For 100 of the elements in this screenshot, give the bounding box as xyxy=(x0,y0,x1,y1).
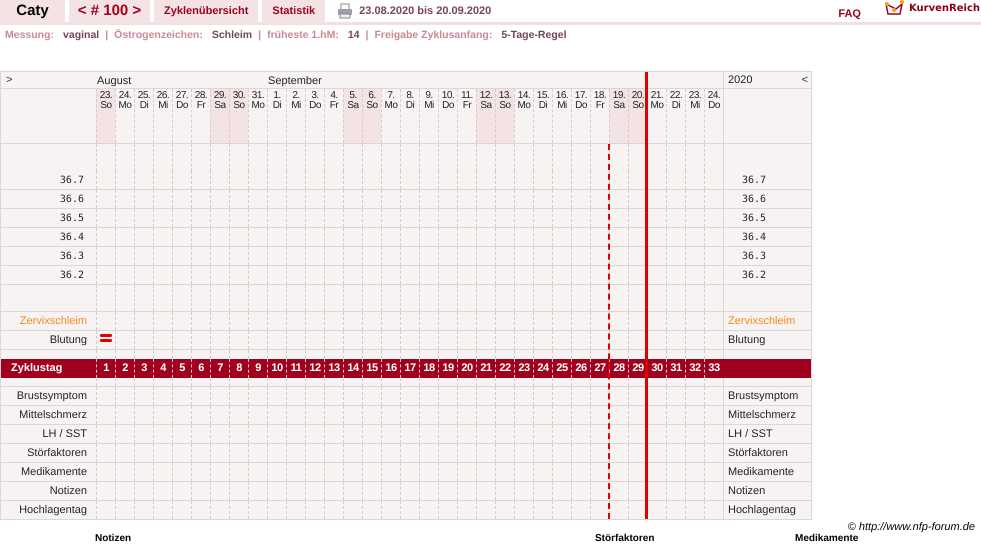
row-label: 36.5 xyxy=(741,212,766,226)
logo-icon xyxy=(884,0,906,17)
row-label: Störfaktoren xyxy=(728,446,788,461)
setting-value: Schleim xyxy=(212,28,252,44)
previous-button[interactable]: > xyxy=(6,72,12,88)
month-label: August xyxy=(97,74,132,89)
nav-tab[interactable]: Caty xyxy=(0,0,65,22)
day-header: 28. Fr xyxy=(194,89,208,111)
day-header: 22. Di xyxy=(668,89,684,111)
day-header: 17. Do xyxy=(574,89,588,111)
day-header: 27. Do xyxy=(174,89,190,111)
day-header: 10. Do xyxy=(440,89,456,111)
day-header: 15. Di xyxy=(536,89,550,111)
day-header: 14. Mo xyxy=(516,89,532,111)
section-heading: Medikamente xyxy=(795,533,858,544)
day-header: 24. Do xyxy=(706,89,722,111)
cycle-day-label: Zyklustag xyxy=(11,361,62,376)
cycle-day-number: 16 xyxy=(384,361,398,376)
nav-tab[interactable]: < # 100 > xyxy=(69,0,150,22)
cycle-day-number: 28 xyxy=(612,361,626,376)
setting-label: Östrogenzeichen: xyxy=(114,28,203,44)
day-header: 3. Do xyxy=(308,89,322,111)
row-label: Mittelschmerz xyxy=(19,408,87,423)
row-label: Blutung xyxy=(728,332,766,348)
cycle-day-number: 23 xyxy=(517,361,531,376)
cycle-day-number: 24 xyxy=(536,361,550,376)
cycle-day-number: 27 xyxy=(593,361,607,376)
cycle-day-number: 31 xyxy=(669,361,683,376)
day-header: 26. Mi xyxy=(156,89,170,111)
cycle-day-number: 13 xyxy=(327,361,341,376)
cycle-day-number: 15 xyxy=(365,361,379,376)
cycle-day-number: 32 xyxy=(688,361,702,376)
row-label: 36.7 xyxy=(60,174,85,188)
day-header: 20. So xyxy=(630,89,646,111)
row-label: Medikamente xyxy=(20,464,87,480)
separator: | xyxy=(366,28,368,44)
month-label: September xyxy=(268,74,322,89)
setting-label: früheste 1.hM: xyxy=(267,28,339,44)
row-label: 36.5 xyxy=(60,212,85,226)
row-label: 36.3 xyxy=(60,250,85,264)
day-header: 13. So xyxy=(498,89,512,111)
row-label: LH / SST xyxy=(728,426,773,442)
day-header: 1. Di xyxy=(272,89,282,111)
cycle-day-number: 25 xyxy=(555,361,569,376)
day-header: 23. So xyxy=(98,89,114,111)
setting-value: vaginal xyxy=(63,28,100,44)
day-header: 24. Mo xyxy=(118,89,132,111)
cycle-day-number: 4 xyxy=(159,361,168,376)
cycle-day-number: 21 xyxy=(479,361,493,376)
setting-value: 5-Tage-Regel xyxy=(501,28,566,44)
cycle-day-number: 20 xyxy=(460,361,474,376)
day-header: 12. Sa xyxy=(478,89,494,111)
row-label: Medikamente xyxy=(728,464,794,480)
day-header: 29. Sa xyxy=(212,89,228,111)
cycle-day-number: 3 xyxy=(140,361,148,376)
row-label: 36.6 xyxy=(741,192,766,206)
cycle-day-number: 22 xyxy=(498,361,512,376)
row-label: Hochlagentag xyxy=(19,502,87,518)
nav-tab[interactable]: Zyklenübersicht xyxy=(154,0,258,22)
setting-label: Freigabe Zyklusanfang: xyxy=(374,28,492,44)
cycle-day-number: 18 xyxy=(422,361,436,376)
day-header: 8. Di xyxy=(404,89,416,111)
section-heading: Notizen xyxy=(95,533,132,544)
row-label: Blutung xyxy=(50,332,87,348)
faq-link[interactable]: FAQ xyxy=(838,6,861,22)
cycle-day-number: 33 xyxy=(707,361,721,376)
copyright-text: © http://www.nfp-forum.de xyxy=(848,521,975,533)
logo-text: KurvenReich xyxy=(908,2,980,16)
cycle-day-number: 17 xyxy=(403,361,417,376)
row-label: Brustsymptom xyxy=(16,388,87,404)
day-header: 21. Mo xyxy=(650,89,664,111)
row-label: Mittelschmerz xyxy=(728,408,796,423)
day-header: 7. Mo xyxy=(384,89,398,111)
row-label: Zervixschleim xyxy=(728,314,796,329)
cycle-day-number: 2 xyxy=(121,361,129,376)
separator: | xyxy=(258,28,262,44)
row-label: LH / SST xyxy=(42,426,87,442)
setting-value: 14 xyxy=(348,28,360,44)
row-label: Notizen xyxy=(50,484,87,499)
day-header: 6. So xyxy=(365,89,379,111)
date-range: 23.08.2020 bis 20.09.2020 xyxy=(359,4,492,19)
next-button[interactable]: < xyxy=(802,72,808,88)
printer-icon[interactable] xyxy=(337,3,354,19)
row-label: Brustsymptom xyxy=(728,388,798,404)
cycle-day-number: 10 xyxy=(270,361,284,376)
section-heading: Störfaktoren xyxy=(595,533,656,544)
cycle-day-number: 30 xyxy=(650,361,664,376)
cycle-day-number: 26 xyxy=(574,361,588,376)
row-label: Störfaktoren xyxy=(27,446,87,461)
cycle-day-number: 12 xyxy=(308,361,322,376)
day-header: 11. Fr xyxy=(460,89,474,111)
day-header: 4. Fr xyxy=(328,89,340,111)
nav-tab[interactable]: Statistik xyxy=(262,0,326,22)
cycle-day-number: 19 xyxy=(441,361,455,376)
separator: | xyxy=(105,28,108,44)
row-label: Hochlagentag xyxy=(728,502,796,518)
cycle-day-number: 9 xyxy=(254,361,262,376)
cycle-day-number: 8 xyxy=(235,361,243,376)
row-label: Zervixschleim xyxy=(20,314,87,329)
cycle-day-number: 1 xyxy=(102,361,110,376)
